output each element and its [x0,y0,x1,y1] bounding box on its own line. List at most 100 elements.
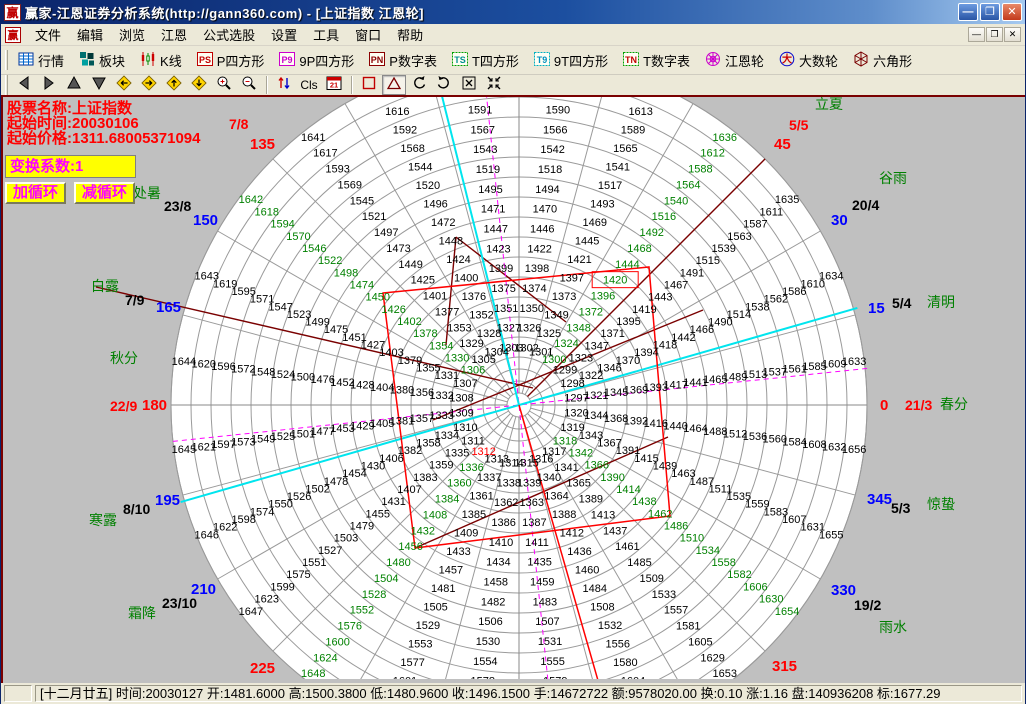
fit-button[interactable] [457,75,481,95]
pan-up-button[interactable] [162,75,186,95]
menu-item-窗口[interactable]: 窗口 [347,23,389,46]
wheel-number: 1558 [711,557,735,569]
t9-badge-icon: T9 [534,51,550,70]
wheel-number: 1508 [590,601,614,613]
wheel-number: 1412 [560,527,584,539]
wheel-number: 1644 [172,356,196,368]
wheel-number: 1544 [408,162,432,174]
coefficient-field[interactable]: 变换系数:1 [5,155,136,178]
wheel-number: 1347 [585,340,609,352]
wheel-number: 1498 [334,267,358,279]
wheel-number: 1456 [398,541,422,553]
mdi-minimize-button[interactable]: — [968,27,985,42]
close-button[interactable]: ✕ [1002,3,1022,21]
pan-left-button[interactable] [112,75,136,95]
square-tool-button[interactable] [357,75,381,95]
toolbar-p-table-button[interactable]: PNP数字表 [363,48,443,73]
wheel-number: 1410 [489,537,513,549]
wheel-number: 1581 [676,621,700,633]
wheel-number: 1505 [423,601,447,613]
wheel-number: 1364 [544,491,568,503]
toolbar-sectors-button[interactable]: 板块 [73,48,131,73]
pan-down-button[interactable] [187,75,211,95]
triangle-tool-button[interactable] [382,75,406,95]
menu-item-工具[interactable]: 工具 [305,23,347,46]
add-cycle-button[interactable]: 加循环 [5,182,66,204]
quote-grid-icon [18,51,34,70]
wheel-number: 1654 [775,606,799,618]
toolbar-label: 9T四方形 [554,51,608,70]
menu-item-设置[interactable]: 设置 [263,23,305,46]
wheel-outer-label: 5/4 [892,295,912,311]
wheel-number: 1655 [819,529,843,541]
rotate-cw-button[interactable] [432,75,456,95]
restore-button[interactable]: ❐ [980,3,1000,21]
wheel-number: 1518 [538,164,562,176]
svg-text:PS: PS [199,55,211,65]
toolbar-p-square-button[interactable]: PSP四方形 [191,48,271,73]
center-button[interactable] [482,75,506,95]
menu-item-帮助[interactable]: 帮助 [389,23,431,46]
menu-item-公式选股[interactable]: 公式选股 [195,23,263,46]
next-button[interactable] [37,75,61,95]
diamond-right-icon [141,75,157,96]
wheel-number: 1509 [639,573,663,585]
wheel-outer-label: 5/5 [789,117,809,133]
calendar-button[interactable]: 21 [322,75,346,95]
wheel-number: 1395 [616,316,640,328]
toolbar-t-table-button[interactable]: TNT数字表 [617,48,696,73]
sub-cycle-button[interactable]: 减循环 [74,182,135,204]
toolbar-big-wheel-button[interactable]: 大大数轮 [773,48,844,73]
wheel-number: 1600 [325,636,349,648]
toolbar-label: 大数轮 [799,51,838,70]
wheel-number: 1445 [575,236,599,248]
wheel-number: 1353 [447,322,471,334]
toolbar-kline-button[interactable]: K线 [134,48,188,73]
status-text: [十二月廿五] 时间:20030127 开:1481.6000 高:1500.3… [35,685,1022,702]
step-up-button[interactable] [62,75,86,95]
menu-item-文件[interactable]: 文件 [27,23,69,46]
updown-button[interactable] [272,75,296,95]
wheel-number: 1413 [591,509,615,521]
wheel-number: 1504 [374,573,398,585]
wheel-outer-label: 21/3 [905,397,932,413]
toolbar-quotes-button[interactable]: 行情 [12,48,70,73]
toolbar-9p-square-button[interactable]: P99P四方形 [273,48,360,73]
zoom-in-button[interactable] [212,75,236,95]
wheel-number: 1388 [552,509,576,521]
svg-text:大: 大 [782,52,792,65]
wheel-outer-label: 惊蛰 [927,496,955,512]
wheel-number: 1468 [627,243,651,255]
wheel-number: 1643 [194,271,218,283]
start-price-label: 起始价格:1311.68005371094 [7,131,200,146]
wheel-number: 1299 [553,365,577,377]
wheel-number: 1546 [302,243,326,255]
wheel-number: 1599 [270,581,294,593]
wheel-number: 1371 [600,328,624,340]
rotate-ccw-button[interactable] [407,75,431,95]
toolbar-grip [5,75,8,95]
toolbar-label: K线 [160,51,182,70]
wheel-number: 1582 [727,569,751,581]
wheel-number: 1414 [616,484,640,496]
menu-item-编辑[interactable]: 编辑 [69,23,111,46]
toolbar-9t-square-button[interactable]: T9 9T四方形 [528,48,614,73]
prev-button[interactable] [12,75,36,95]
toolbar-hexagon-button[interactable]: 六角形 [847,48,918,73]
pan-right-button[interactable] [137,75,161,95]
wheel-number: 1503 [334,533,358,545]
wheel-number: 1588 [688,164,712,176]
minimize-button[interactable]: — [958,3,978,21]
menu-item-浏览[interactable]: 浏览 [111,23,153,46]
step-down-button[interactable] [87,75,111,95]
svg-text:T9: T9 [537,55,548,65]
cls-button[interactable]: Cls [297,75,321,95]
zoom-out-button[interactable] [237,75,261,95]
sectors-icon [79,51,95,70]
toolbar-label: P数字表 [389,51,437,70]
toolbar-t-square-button[interactable]: TST四方形 [446,48,525,73]
menu-item-江恩[interactable]: 江恩 [153,23,195,46]
mdi-restore-button[interactable]: ❐ [986,27,1003,42]
toolbar-gann-wheel-button[interactable]: 江恩轮 [699,48,770,73]
mdi-close-button[interactable]: ✕ [1004,27,1021,42]
